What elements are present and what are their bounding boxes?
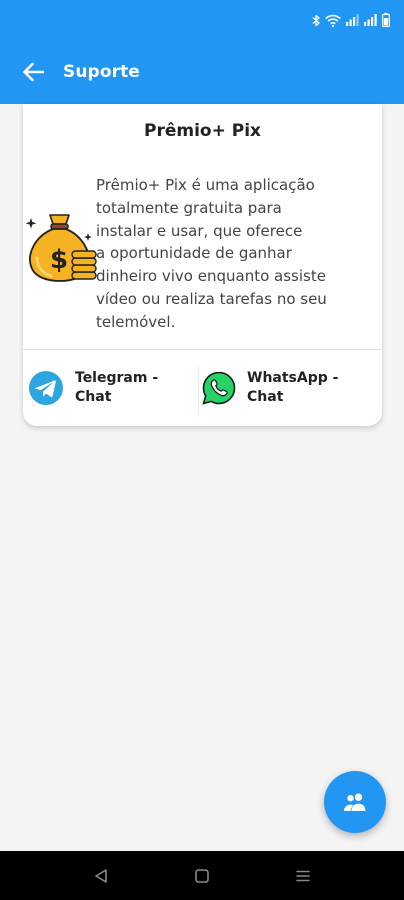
description-line: instalar e usar, que oferece — [96, 221, 303, 240]
wifi-icon — [325, 14, 341, 27]
status-bar — [0, 0, 404, 40]
app-bar: Suporte — [0, 40, 404, 104]
nav-menu-icon — [296, 870, 310, 882]
bluetooth-icon — [312, 14, 320, 26]
chat-links: Telegram - Chat WhatsApp - Chat — [23, 350, 382, 426]
page-title: Suporte — [63, 62, 140, 82]
nav-menu-button[interactable] — [291, 864, 315, 888]
nav-home-button[interactable] — [190, 864, 214, 888]
group-icon — [344, 793, 366, 811]
chat-label-line: Chat — [75, 389, 112, 405]
nav-back-button[interactable] — [89, 864, 113, 888]
status-icons — [312, 12, 390, 28]
svg-text:$: $ — [50, 245, 68, 275]
app-info-card: Prêmio+ Pix $ Prêmio+ Pix é uma aplicaçã… — [23, 104, 382, 426]
description-line: Prêmio+ Pix é uma aplicação — [96, 176, 315, 194]
signal-icon — [346, 14, 359, 26]
signal-icon — [364, 14, 377, 26]
telegram-chat-label: Telegram - Chat — [75, 369, 185, 407]
chat-label-line: Chat — [247, 389, 284, 405]
chat-label-line: Telegram - — [75, 370, 159, 386]
telegram-chat-button[interactable]: Telegram - Chat — [23, 350, 201, 426]
whatsapp-chat-button[interactable]: WhatsApp - Chat — [199, 350, 377, 426]
nav-back-icon — [95, 869, 107, 883]
support-group-button[interactable] — [324, 771, 386, 833]
card-title: Prêmio+ Pix — [143, 121, 261, 141]
description-line: telemóvel. — [96, 312, 176, 331]
description-line: dinheiro vivo enquanto assiste — [96, 267, 326, 286]
system-nav-bar — [0, 851, 404, 900]
description-line: vídeo ou realiza tarefas no seu — [96, 289, 327, 308]
whatsapp-chat-label: WhatsApp - Chat — [247, 369, 357, 407]
chat-label-line: WhatsApp - — [247, 370, 339, 386]
whatsapp-icon — [202, 371, 236, 405]
card-description: Prêmio+ Pix é uma aplicação totalmente g… — [96, 174, 366, 334]
nav-home-icon — [195, 869, 209, 883]
battery-icon — [382, 13, 390, 27]
money-bag-icon: $ — [25, 214, 97, 282]
description-line: totalmente gratuita para — [96, 198, 282, 217]
description-line: a oportunidade de ganhar — [96, 244, 292, 263]
arrow-left-icon — [23, 62, 44, 82]
back-button[interactable] — [20, 59, 46, 85]
telegram-icon — [29, 371, 63, 405]
